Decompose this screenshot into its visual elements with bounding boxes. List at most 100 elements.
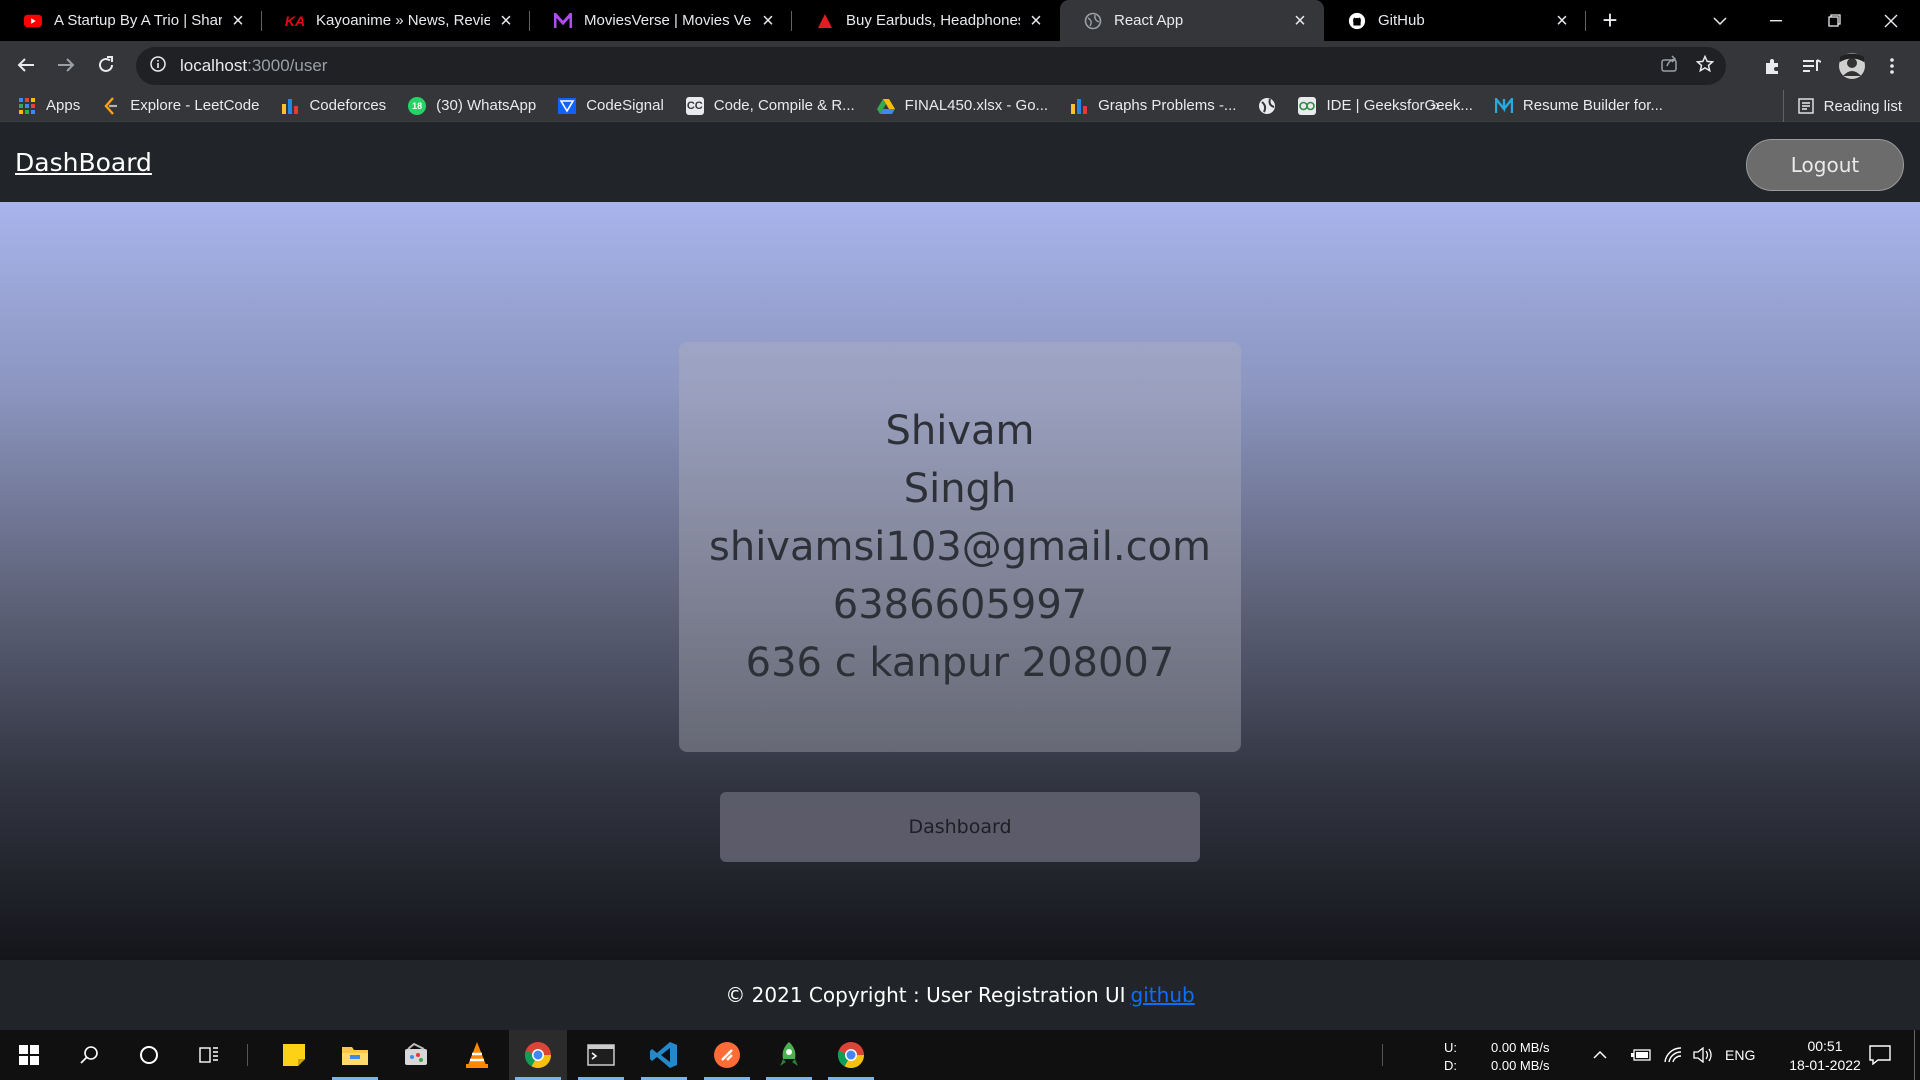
chrome-profile-taskbar-icon[interactable] — [822, 1030, 880, 1080]
url-path: :3000/user — [247, 56, 328, 75]
tab-shark-tank[interactable]: A Startup By A Trio | Shark Tank × — [0, 0, 262, 41]
tab-close-icon[interactable]: × — [1290, 11, 1310, 31]
tab-close-icon[interactable]: × — [228, 11, 248, 31]
reading-list-button[interactable]: Reading list — [1782, 90, 1902, 122]
extensions-puzzle-icon[interactable] — [1752, 46, 1792, 86]
wifi-icon[interactable] — [1656, 1030, 1690, 1080]
bars-icon — [1070, 97, 1088, 115]
language-indicator[interactable]: ENG — [1725, 1047, 1755, 1063]
bookmark-graphs-problems[interactable]: Graphs Problems -... — [1070, 97, 1236, 115]
tab-title: A Startup By A Trio | Shark Tank — [54, 12, 222, 29]
show-desktop-button[interactable] — [1914, 1030, 1915, 1080]
task-view-icon[interactable] — [180, 1030, 238, 1080]
chrome-menu-icon[interactable] — [1872, 46, 1912, 86]
bookmark-label: FINAL450.xlsx - Go... — [904, 97, 1049, 114]
bookmark-resume-builder[interactable]: Resume Builder for... — [1494, 97, 1663, 115]
navbar-brand-link[interactable]: DashBoard — [15, 148, 152, 177]
bookmark-label: Code, Compile & R... — [713, 97, 855, 114]
browser-toolbar: localhost:3000/user — [0, 41, 1920, 90]
cortana-icon[interactable] — [120, 1030, 178, 1080]
user-first-name: Shivam — [885, 408, 1035, 454]
main-content: Shivam Singh shivamsi103@gmail.com 63866… — [0, 202, 1920, 960]
bookmark-label: (30) WhatsApp — [436, 97, 537, 114]
file-explorer-icon[interactable] — [326, 1030, 384, 1080]
bookmark-apps[interactable]: Apps — [18, 97, 80, 115]
share-icon[interactable] — [1660, 54, 1678, 78]
globe-icon — [1084, 12, 1102, 30]
tab-close-icon[interactable]: × — [496, 11, 516, 31]
tab-title: React App — [1114, 12, 1184, 29]
dashboard-button[interactable]: Dashboard — [720, 792, 1200, 862]
volume-icon[interactable] — [1686, 1030, 1720, 1080]
resume-icon — [1494, 97, 1513, 115]
tab-github[interactable]: GitHub × — [1324, 0, 1586, 41]
search-icon[interactable] — [60, 1030, 118, 1080]
address-bar[interactable]: localhost:3000/user — [136, 47, 1726, 85]
globe-icon — [1258, 97, 1276, 115]
bookmark-globe[interactable] — [1258, 97, 1276, 115]
tab-moviesverse[interactable]: MoviesVerse | Movies Verse × — [530, 0, 792, 41]
bookmark-label: CodeSignal — [586, 97, 664, 114]
bookmark-final450[interactable]: FINAL450.xlsx - Go... — [876, 97, 1049, 115]
terminal-icon[interactable] — [572, 1030, 630, 1080]
user-phone: 6386605997 — [832, 582, 1088, 628]
new-tab-button[interactable]: + — [1592, 3, 1628, 39]
bookmark-star-icon[interactable] — [1695, 54, 1715, 78]
apps-grid-icon — [18, 97, 36, 115]
bookmark-codeforces[interactable]: Codeforces — [281, 97, 386, 115]
robo3t-icon[interactable] — [760, 1030, 818, 1080]
forward-arrow-icon[interactable] — [46, 45, 86, 85]
windows-taskbar: U: D: 0.00 MB/s 0.00 MB/s ENG 00:51 18-0… — [0, 1030, 1920, 1080]
back-arrow-icon[interactable] — [6, 45, 46, 85]
browser-tab-strip: A Startup By A Trio | Shark Tank × KA Ka… — [0, 0, 1920, 41]
bookmark-label: Explore - LeetCode — [130, 97, 260, 114]
footer-github-link[interactable]: github — [1131, 983, 1195, 1007]
reload-icon[interactable] — [86, 45, 126, 85]
close-window-icon[interactable] — [1862, 0, 1920, 41]
app-navbar: DashBoard Logout — [0, 122, 1920, 202]
page-footer: © 2021 Copyright : User Registration UI … — [0, 960, 1920, 1030]
tab-react-app[interactable]: React App × — [1060, 0, 1324, 41]
bookmark-label: Apps — [46, 97, 81, 114]
codesignal-icon — [558, 97, 577, 115]
bookmarks-bar: Apps Explore - LeetCode Codeforces 18 (3… — [0, 90, 1920, 122]
media-queue-icon[interactable] — [1792, 46, 1832, 86]
profile-avatar[interactable] — [1832, 46, 1872, 86]
net-upload-speed: 0.00 MB/s — [1491, 1040, 1550, 1055]
clock-time[interactable]: 00:51 — [1790, 1038, 1860, 1054]
bookmarks-overflow-chevron[interactable]: » — [1431, 90, 1440, 122]
youtube-icon — [24, 12, 42, 30]
notifications-icon[interactable] — [1858, 1030, 1902, 1080]
battery-icon[interactable] — [1624, 1030, 1658, 1080]
tab-title: Buy Earbuds, Headphones, — [846, 12, 1020, 29]
tab-close-icon[interactable]: × — [1026, 11, 1046, 31]
restore-icon[interactable] — [1805, 0, 1863, 41]
chrome-taskbar-icon[interactable] — [509, 1030, 567, 1080]
bookmark-leetcode[interactable]: Explore - LeetCode — [102, 96, 260, 115]
start-windows-icon[interactable] — [0, 1030, 58, 1080]
tray-chevron-up-icon[interactable] — [1582, 1030, 1618, 1080]
vlc-icon[interactable] — [448, 1030, 506, 1080]
url-text: localhost:3000/user — [180, 56, 327, 76]
bookmark-label: Graphs Problems -... — [1098, 97, 1237, 114]
bookmark-whatsapp[interactable]: 18 (30) WhatsApp — [408, 96, 537, 115]
minimize-icon[interactable] — [1747, 0, 1805, 41]
tab-close-icon[interactable]: × — [758, 11, 778, 31]
cc-icon: CC — [685, 96, 704, 115]
postman-icon[interactable] — [698, 1030, 756, 1080]
tab-boat[interactable]: Buy Earbuds, Headphones, × — [792, 0, 1060, 41]
sticky-notes-icon[interactable] — [265, 1030, 323, 1080]
tab-search-chevron-icon[interactable] — [1691, 0, 1749, 41]
ka-icon: KA — [284, 12, 306, 29]
vscode-icon[interactable] — [635, 1030, 693, 1080]
bookmark-gfg-ide[interactable]: IDE | GeeksforGeek... — [1298, 96, 1473, 115]
tab-kayoanime[interactable]: KA Kayoanime » News, Reviews × — [262, 0, 530, 41]
paint-app-icon[interactable] — [387, 1030, 445, 1080]
bookmark-code-compile[interactable]: CC Code, Compile & R... — [685, 96, 855, 115]
tab-close-icon[interactable]: × — [1552, 11, 1572, 31]
url-host: localhost — [180, 56, 248, 75]
bookmark-codesignal[interactable]: CodeSignal — [558, 97, 664, 115]
logout-button[interactable]: Logout — [1746, 139, 1904, 191]
site-info-icon[interactable] — [150, 55, 166, 77]
google-drive-icon — [876, 97, 895, 115]
